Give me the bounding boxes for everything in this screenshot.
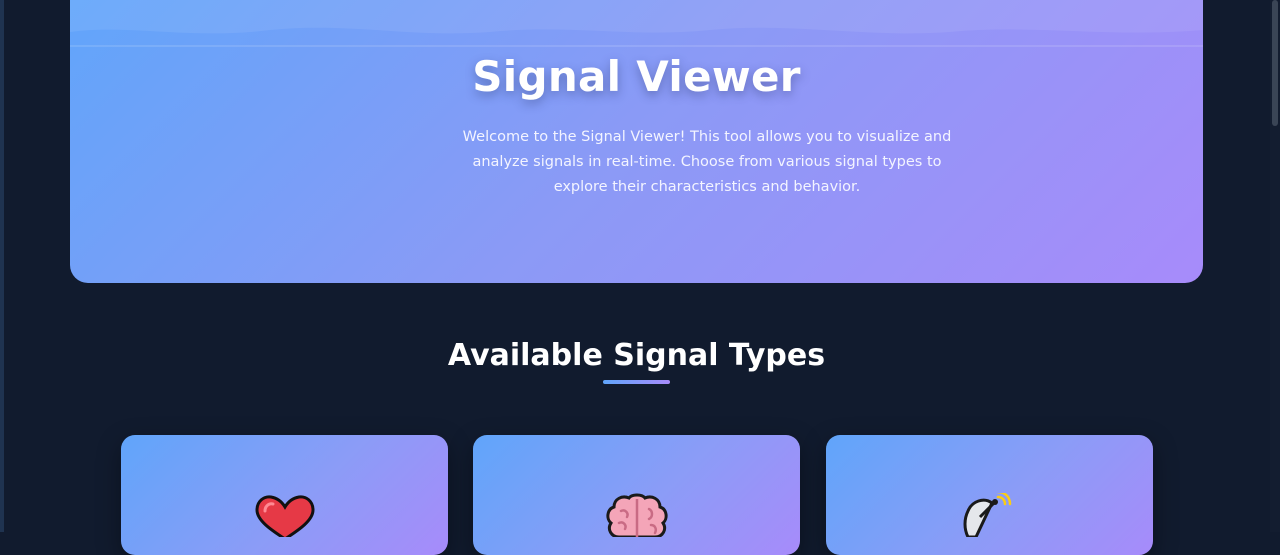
section-title-underline [603, 380, 670, 384]
hero-banner: Signal Viewer Welcome to the Signal View… [70, 0, 1203, 283]
window-frame-edge [0, 0, 4, 532]
signal-card-ecg[interactable] [121, 435, 448, 555]
signal-card-eeg[interactable] [473, 435, 800, 555]
heart-icon [254, 495, 315, 537]
hero-description: Welcome to the Signal Viewer! This tool … [462, 129, 952, 195]
satellite-dish-icon [963, 493, 1011, 537]
signal-card-radio[interactable] [826, 435, 1153, 555]
section-title: Available Signal Types [447, 338, 826, 373]
page-title: Signal Viewer [472, 52, 801, 101]
brain-icon [605, 493, 668, 537]
scrollbar-thumb[interactable] [1272, 0, 1278, 126]
vertical-scrollbar[interactable] [1270, 0, 1280, 532]
hero-wave-decoration [70, 0, 1203, 47]
